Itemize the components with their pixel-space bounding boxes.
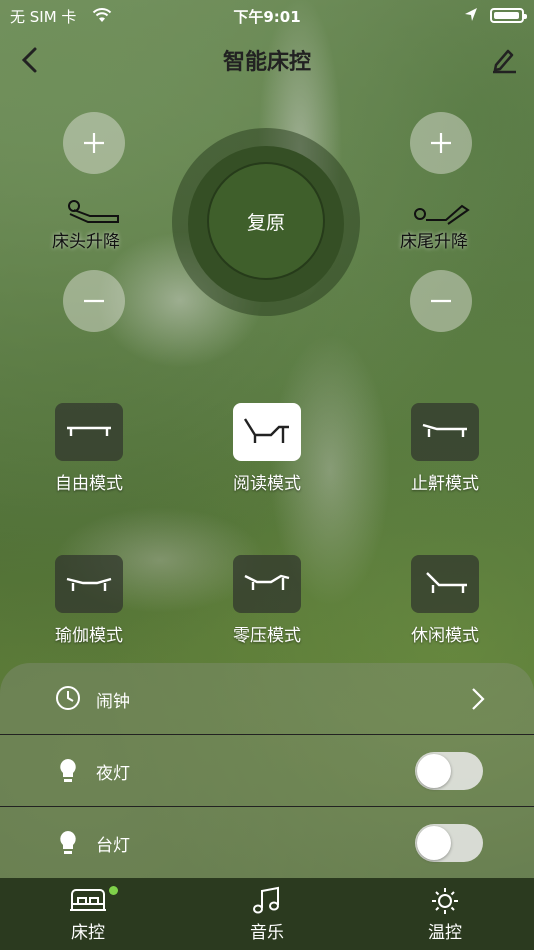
foot-lift-label: 床尾升降 [400, 232, 468, 252]
alarm-label: 闹钟 [96, 692, 130, 712]
head-lift-label: 床头升降 [52, 232, 120, 252]
bulb-icon [60, 831, 76, 854]
chevron-right-icon [472, 688, 485, 710]
tab-bed-control[interactable]: 床控 [28, 878, 148, 950]
desk-lamp-label: 台灯 [96, 836, 130, 856]
mode-free[interactable]: 自由模式 [24, 403, 154, 494]
desk-lamp-toggle[interactable] [415, 824, 483, 862]
head-raise-button[interactable] [63, 112, 125, 174]
mode-label: 休闲模式 [411, 626, 479, 646]
status-time: 下午9:01 [233, 8, 301, 26]
foot-lift-icon [414, 204, 470, 225]
mode-yoga[interactable]: 瑜伽模式 [24, 555, 154, 646]
night-light-toggle[interactable] [415, 752, 483, 790]
sun-icon [432, 888, 458, 914]
mode-zero-gravity[interactable]: 零压模式 [202, 555, 332, 646]
mode-label: 自由模式 [55, 474, 123, 494]
tab-label: 床控 [71, 923, 105, 943]
bulb-icon [60, 759, 76, 782]
mode-label: 零压模式 [233, 626, 301, 646]
mode-label: 瑜伽模式 [55, 626, 123, 646]
foot-lower-button[interactable] [410, 270, 472, 332]
status-bar: 无 SIM 卡 下午9:01 [0, 0, 534, 32]
tab-music[interactable]: 音乐 [207, 878, 327, 950]
location-arrow-icon [465, 8, 477, 21]
leisure-bed-icon [411, 555, 479, 613]
edit-pencil-icon[interactable] [490, 46, 518, 74]
music-icon [253, 886, 279, 914]
flat-bed-icon [55, 403, 123, 461]
night-light-label: 夜灯 [96, 764, 130, 784]
mode-leisure[interactable]: 休闲模式 [380, 555, 510, 646]
plus-icon [431, 133, 451, 153]
head-lower-button[interactable] [63, 270, 125, 332]
mode-label: 阅读模式 [233, 474, 301, 494]
anti-snore-bed-icon [411, 403, 479, 461]
mode-anti-snore[interactable]: 止鼾模式 [380, 403, 510, 494]
tab-label: 温控 [428, 923, 462, 943]
desk-lamp-row: 台灯 [0, 807, 534, 879]
mode-reading[interactable]: 阅读模式 [202, 403, 332, 494]
minus-icon [431, 299, 451, 303]
clock-icon [56, 686, 80, 710]
battery-icon [490, 8, 527, 23]
plus-icon [84, 133, 104, 153]
tab-label: 音乐 [250, 923, 284, 943]
page-title: 智能床控 [222, 50, 311, 75]
tab-badge-dot [109, 886, 118, 895]
tab-bar: 床控 音乐 温控 [0, 878, 534, 950]
bed-icon [70, 889, 106, 911]
mode-label: 止鼾模式 [411, 474, 479, 494]
alarm-row[interactable]: 闹钟 [0, 663, 534, 735]
tab-temperature[interactable]: 温控 [385, 878, 505, 950]
minus-icon [84, 299, 104, 303]
yoga-bed-icon [55, 555, 123, 613]
reset-button[interactable]: 复原 [207, 162, 325, 280]
reading-bed-icon [233, 403, 301, 461]
foot-raise-button[interactable] [410, 112, 472, 174]
reset-label: 复原 [246, 211, 285, 234]
night-light-row: 夜灯 [0, 735, 534, 807]
zero-gravity-bed-icon [233, 555, 301, 613]
head-lift-icon [68, 200, 119, 223]
